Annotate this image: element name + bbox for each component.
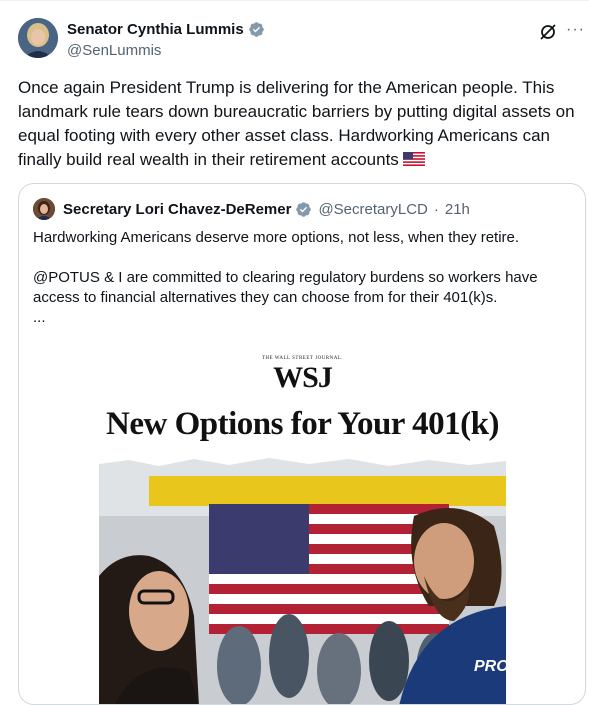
wsj-headline: New Options for Your 401(k) (106, 406, 499, 442)
quoted-time-separator: · (433, 200, 439, 218)
author-name[interactable]: Senator Cynthia Lummis (67, 21, 244, 38)
author-avatar[interactable] (18, 18, 58, 58)
author-name-row: Senator Cynthia Lummis (67, 21, 265, 38)
wsj-logo: WSJ (273, 361, 333, 394)
author-avatar-image (18, 18, 58, 58)
author-handle[interactable]: @SenLummis (67, 42, 161, 59)
us-flag-icon (402, 152, 425, 166)
verified-badge-icon[interactable] (248, 21, 265, 38)
grok-icon[interactable] (538, 22, 558, 42)
quoted-media-image[interactable]: THE WALL STREET JOURNAL. WSJ New Options… (99, 346, 506, 704)
more-icon[interactable]: ··· (566, 20, 585, 40)
quoted-text-ellipsis: ... (33, 309, 46, 326)
shirt-logo-text: PRO (474, 658, 506, 675)
quoted-text-line-1: Hardworking Americans deserve more optio… (33, 229, 520, 246)
tweet-text: Once again President Trump is delivering… (18, 76, 578, 172)
quoted-text-line-2: @POTUS & I are committed to clearing reg… (33, 269, 538, 306)
top-divider (0, 0, 589, 1)
event-photo: PRO (99, 456, 506, 704)
quoted-verified-badge-icon[interactable] (295, 201, 312, 218)
quoted-tweet-card[interactable]: Secretary Lori Chavez-DeRemer @Secretary… (18, 183, 586, 705)
quoted-author-avatar[interactable] (33, 198, 55, 220)
quoted-author-name[interactable]: Secretary Lori Chavez-DeRemer (63, 201, 291, 218)
quoted-tweet-body: Hardworking Americans deserve more optio… (33, 228, 573, 328)
quoted-tweet-header: Secretary Lori Chavez-DeRemer @Secretary… (33, 198, 470, 220)
quoted-timestamp[interactable]: 21h (445, 201, 470, 218)
quoted-author-handle[interactable]: @SecretaryLCD (318, 201, 427, 218)
quoted-author-avatar-image (33, 198, 55, 220)
tweet-text-content: Once again President Trump is delivering… (18, 78, 575, 169)
